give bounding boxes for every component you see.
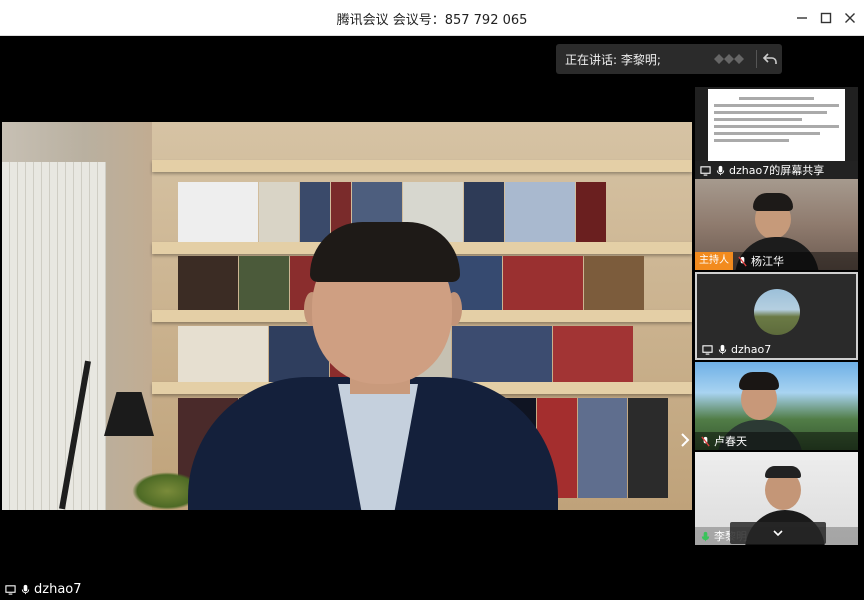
- chevron-right-icon[interactable]: [679, 430, 691, 450]
- screen-share-icon: [4, 583, 16, 595]
- participant-tile-dzhao7[interactable]: dzhao7: [695, 272, 858, 360]
- microphone-active-icon: [699, 530, 711, 542]
- return-icon[interactable]: [762, 51, 778, 67]
- window-blind: [2, 162, 106, 510]
- screen-share-label: dzhao7的屏幕共享: [729, 164, 825, 177]
- tile-namebar: dzhao7: [697, 340, 856, 358]
- meeting-stage: 正在讲话: 李黎明; dzhao7的屏幕共享 主持人 杨江华 dzhao7 卢春…: [0, 36, 864, 600]
- title-bar: 腾讯会议 会议号：857 792 065: [0, 0, 864, 36]
- screen-share-tile[interactable]: dzhao7的屏幕共享: [695, 87, 858, 179]
- speaking-label: 正在讲话: 李黎明;: [565, 53, 661, 67]
- shelf-board: [152, 160, 692, 172]
- screen-share-icon: [701, 343, 713, 355]
- divider: [756, 50, 757, 68]
- microphone-icon: [19, 583, 31, 595]
- participant-name: dzhao7: [731, 342, 772, 356]
- participant-hair: [765, 466, 801, 478]
- participant-name: 杨江华: [751, 255, 784, 268]
- microphone-muted-icon: [736, 255, 748, 267]
- window-title: 腾讯会议 会议号：857 792 065: [336, 13, 528, 28]
- microphone-muted-icon: [699, 435, 711, 447]
- tile-namebar: 卢春天: [695, 432, 858, 450]
- participant-hair: [739, 372, 779, 390]
- tile-namebar: 主持人 杨江华: [695, 252, 858, 270]
- participant-name: 卢春天: [714, 435, 747, 448]
- maximize-icon[interactable]: [816, 8, 836, 28]
- minimize-icon[interactable]: [792, 8, 812, 28]
- tile-namebar: dzhao7的屏幕共享: [695, 161, 858, 179]
- speaker-hair: [310, 222, 460, 282]
- microphone-icon: [716, 343, 728, 355]
- microphone-icon: [714, 164, 726, 176]
- participant-tile-host[interactable]: 主持人 杨江华: [695, 179, 858, 270]
- lamp-shade: [104, 392, 154, 436]
- main-participant-name: dzhao7: [34, 581, 82, 597]
- main-video-namebar: dzhao7: [4, 580, 82, 598]
- shared-document-thumbnail: [708, 89, 845, 161]
- participant-tile-lu[interactable]: 卢春天: [695, 362, 858, 450]
- avatar: [754, 289, 800, 335]
- screen-share-icon: [699, 164, 711, 176]
- collapse-panel-button[interactable]: [730, 522, 826, 544]
- chevron-down-icon: [773, 530, 783, 537]
- main-video[interactable]: [2, 122, 692, 510]
- close-icon[interactable]: [840, 8, 860, 28]
- host-badge: 主持人: [695, 252, 733, 270]
- audio-wave-icon: [714, 54, 744, 64]
- speaking-indicator: 正在讲话: 李黎明;: [556, 44, 782, 74]
- participant-hair: [753, 193, 793, 211]
